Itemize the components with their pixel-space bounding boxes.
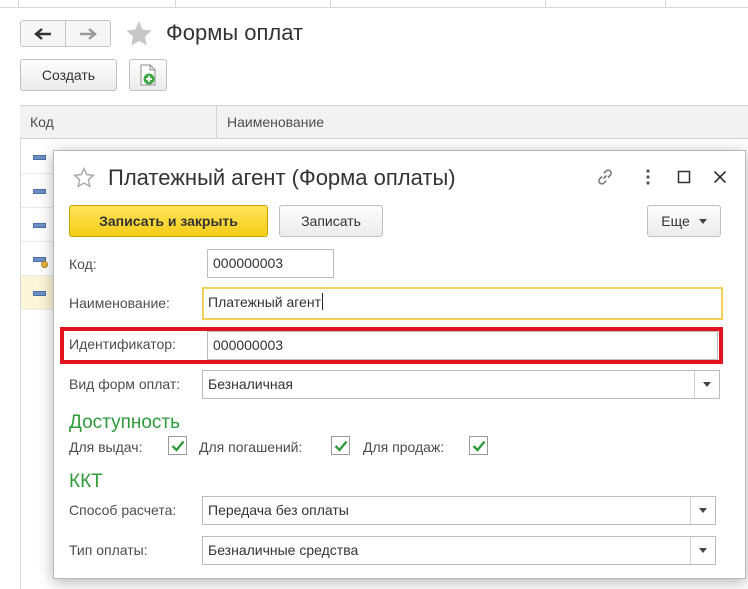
more-menu-label: Еще: [661, 213, 690, 229]
payment-kind-label: Тип оплаты:: [69, 542, 148, 558]
sale-checkbox[interactable]: [469, 436, 488, 455]
code-label: Код:: [69, 256, 97, 272]
payment-type-dropdown-button[interactable]: [694, 371, 719, 398]
payment-kind-dropdown-button[interactable]: [690, 537, 715, 564]
code-value: 000000003: [213, 255, 284, 271]
list-table-header: Код Наименование: [20, 105, 748, 139]
checkmark-icon: [472, 440, 485, 452]
repay-label: Для погашений:: [199, 439, 303, 455]
identifier-field[interactable]: 000000003: [207, 331, 718, 360]
save-and-close-button[interactable]: Записать и закрыть: [69, 205, 268, 237]
identifier-value: 000000003: [213, 337, 284, 353]
back-button[interactable]: [21, 21, 65, 46]
maximize-icon: [677, 170, 691, 184]
favorite-star-icon[interactable]: [124, 19, 154, 49]
chevron-down-icon: [699, 548, 707, 553]
issue-label: Для выдач:: [69, 439, 143, 455]
add-document-icon: [140, 64, 156, 86]
link-icon: [598, 169, 612, 185]
checkmark-icon: [334, 440, 347, 452]
issue-checkbox[interactable]: [168, 436, 187, 455]
list-page-title: Формы оплат: [166, 20, 304, 45]
list-row[interactable]: [21, 174, 55, 208]
save-button[interactable]: Записать: [279, 205, 383, 237]
name-label: Наименование:: [69, 295, 170, 311]
close-button[interactable]: [708, 165, 732, 189]
checkmark-icon: [171, 440, 184, 452]
vertical-dots-icon: [646, 169, 650, 185]
payment-type-value: Безналичная: [208, 376, 293, 392]
calc-method-select[interactable]: Передача без оплаты: [202, 496, 716, 525]
create-group-button[interactable]: [129, 59, 167, 91]
chevron-down-icon: [703, 382, 711, 387]
forward-button[interactable]: [65, 21, 110, 46]
name-field[interactable]: Платежный агент: [202, 287, 723, 320]
arrow-right-icon: [80, 27, 97, 40]
predefined-marker-icon: [41, 261, 48, 268]
dialog-title: Платежный агент (Форма оплаты): [108, 165, 456, 190]
sale-label: Для продаж:: [363, 439, 445, 455]
payment-type-select[interactable]: Безналичная: [202, 370, 720, 399]
catalog-item-icon: [33, 223, 46, 228]
payment-type-label: Вид форм оплат:: [69, 376, 181, 392]
list-row[interactable]: [21, 242, 55, 276]
calc-method-label: Способ расчета:: [69, 502, 177, 518]
close-icon: [713, 170, 727, 184]
chevron-down-icon: [699, 508, 707, 513]
column-header-code[interactable]: Код: [30, 114, 54, 130]
favorite-star-outline-icon[interactable]: [72, 166, 96, 190]
list-row[interactable]: [21, 140, 55, 174]
column-header-name[interactable]: Наименование: [227, 114, 324, 130]
text-cursor: [321, 293, 323, 310]
create-button[interactable]: Создать: [20, 59, 117, 91]
chevron-down-icon: [698, 218, 707, 224]
payment-form-dialog: Платежный агент (Форма оплаты) Записать …: [53, 150, 746, 579]
catalog-item-icon: [33, 291, 46, 296]
maximize-button[interactable]: [672, 165, 696, 189]
calc-method-value: Передача без оплаты: [208, 502, 349, 518]
name-value: Платежный агент: [208, 294, 321, 310]
payment-kind-select[interactable]: Безналичные средства: [202, 536, 716, 565]
code-field[interactable]: 000000003: [207, 249, 334, 278]
catalog-item-icon: [33, 155, 46, 160]
identifier-label: Идентификатор:: [69, 336, 176, 352]
list-row[interactable]: [21, 208, 55, 242]
more-menu-button[interactable]: Еще: [647, 205, 721, 237]
list-row-selected[interactable]: [21, 276, 55, 310]
kkt-heading: ККТ: [69, 471, 103, 492]
calc-method-dropdown-button[interactable]: [690, 497, 715, 524]
arrow-left-icon: [34, 27, 51, 40]
catalog-item-icon: [33, 189, 46, 194]
top-panel-strip: [0, 0, 748, 8]
payment-kind-value: Безналичные средства: [208, 542, 359, 558]
navigation-buttons: [20, 20, 111, 47]
repay-checkbox[interactable]: [331, 436, 350, 455]
availability-heading: Доступность: [69, 412, 181, 433]
link-button[interactable]: [593, 165, 617, 189]
more-actions-button[interactable]: [636, 165, 660, 189]
